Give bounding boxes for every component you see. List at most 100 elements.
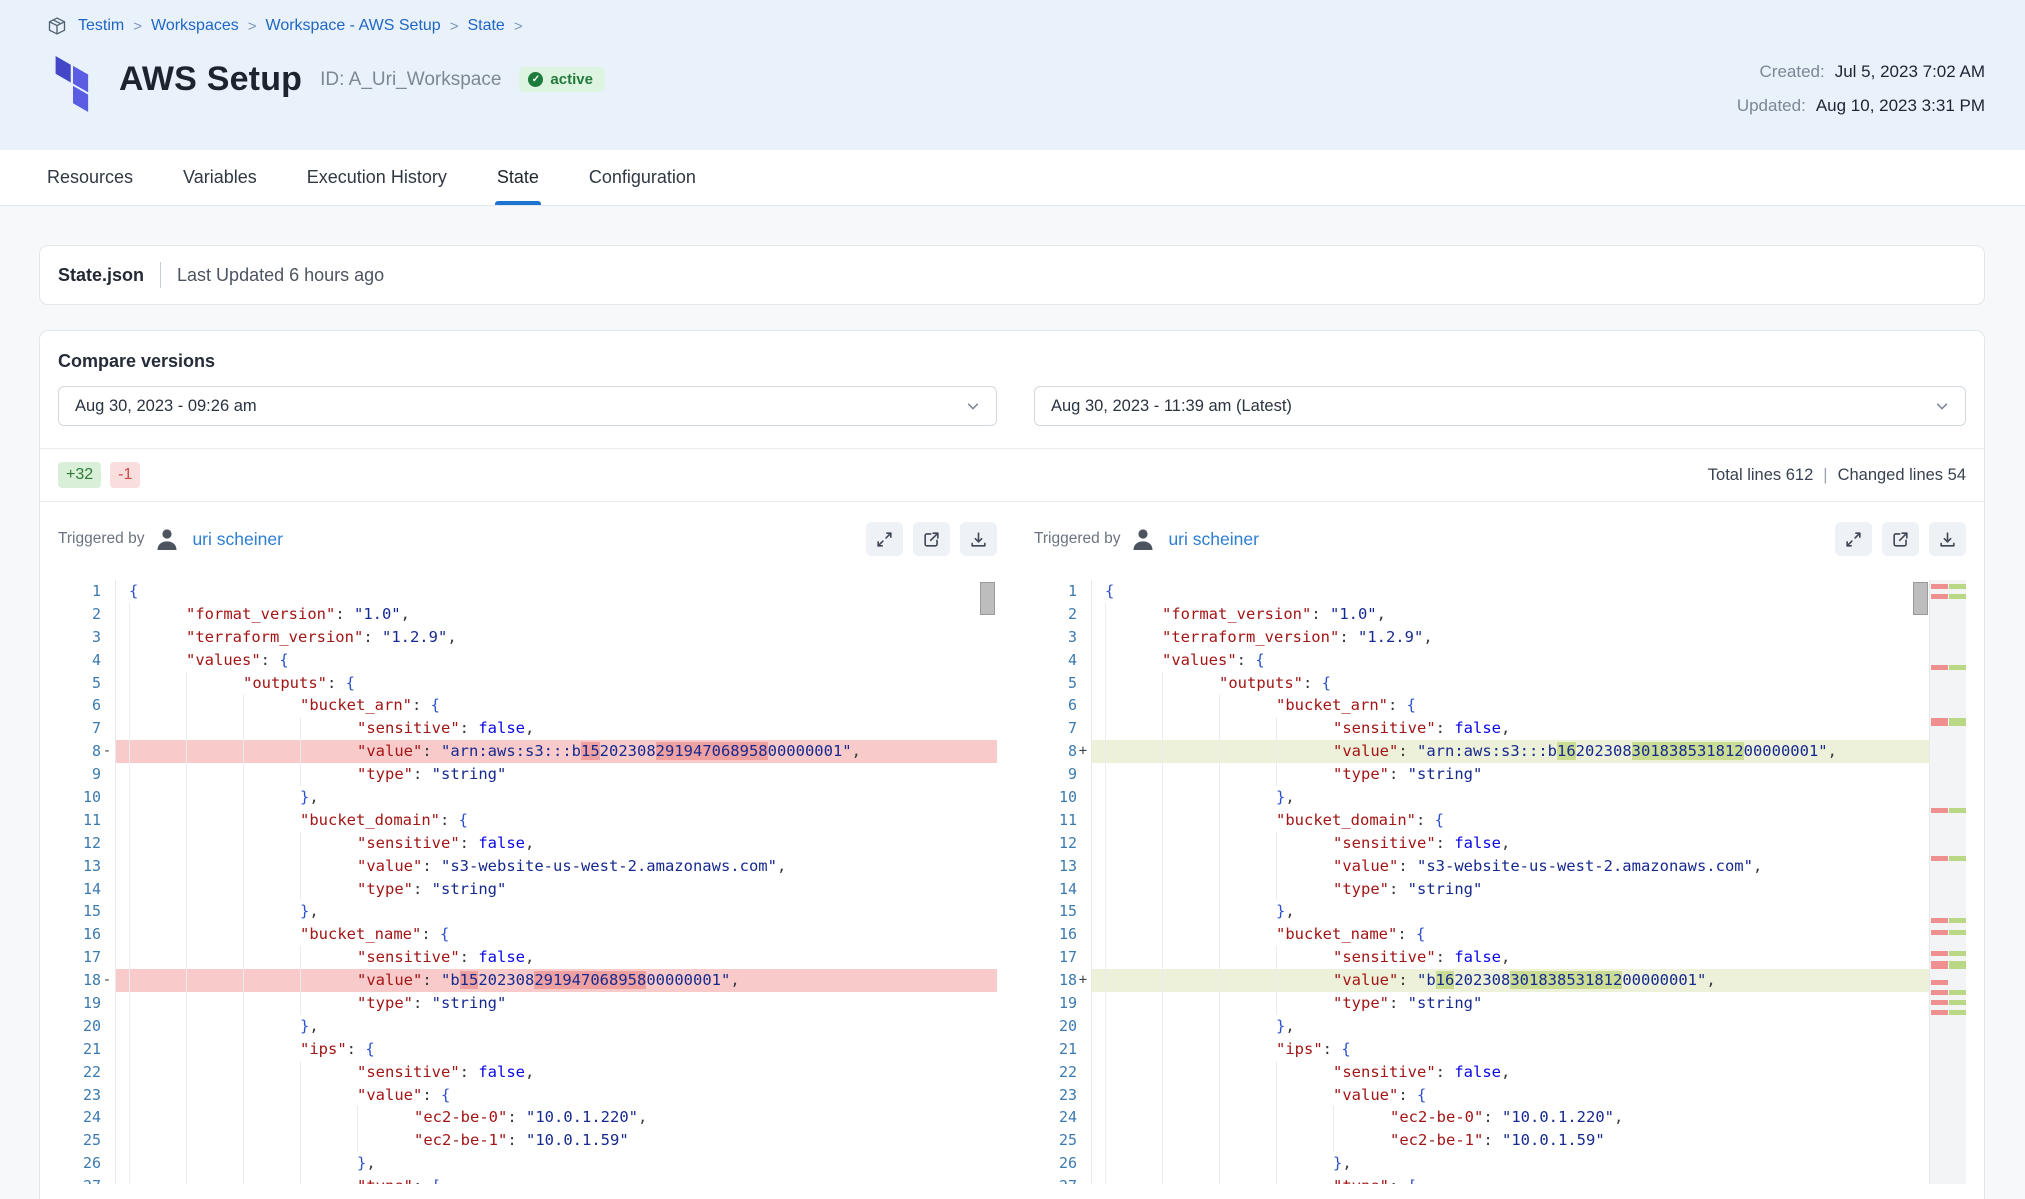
open-in-new-icon[interactable]: [913, 522, 950, 556]
indent-guide: [1276, 763, 1333, 786]
removed-lines-badge: -1: [110, 462, 140, 488]
indent-guide: [186, 1038, 243, 1061]
line-number-gutter: 18-: [58, 969, 116, 992]
indent-guide: [1162, 1152, 1219, 1175]
line-number-gutter: 10: [58, 786, 116, 809]
code-line: 7"sensitive": false,: [1034, 717, 1966, 740]
right-panel-actions: [1835, 522, 1966, 556]
code-line: 20},: [58, 1015, 997, 1038]
indent-guide: [186, 672, 243, 695]
tab-state[interactable]: State: [497, 150, 539, 205]
created-value: Jul 5, 2023 7:02 AM: [1835, 62, 1985, 82]
download-icon[interactable]: [1929, 522, 1966, 556]
indent-guide: [129, 878, 186, 901]
tab-configuration[interactable]: Configuration: [589, 150, 696, 205]
right-version-select[interactable]: Aug 30, 2023 - 11:39 am (Latest): [1034, 386, 1966, 426]
line-number-gutter: 2: [1034, 603, 1092, 626]
breadcrumb-link[interactable]: Workspaces: [151, 17, 239, 35]
indent-guide: [1105, 694, 1162, 717]
code-line: 6"bucket_arn": {: [58, 694, 997, 717]
breadcrumb-link[interactable]: Testim: [78, 17, 124, 35]
code-line: 18-"value": "b15202308291947068958000000…: [58, 969, 997, 992]
code-line: 10},: [1034, 786, 1966, 809]
scrollbar-thumb[interactable]: [1913, 582, 1928, 615]
indent-guide: [1276, 969, 1333, 992]
code-line: 4"values": {: [58, 649, 997, 672]
minimap-removed-mark: [1931, 1010, 1948, 1015]
diff-minimap[interactable]: [1929, 580, 1966, 1184]
open-in-new-icon[interactable]: [1882, 522, 1919, 556]
line-number-gutter: 12: [58, 832, 116, 855]
indent-guide: [1105, 1015, 1162, 1038]
code-line: 22"sensitive": false,: [58, 1061, 997, 1084]
minimap-added-mark: [1949, 961, 1966, 969]
indent-guide: [129, 923, 186, 946]
changed-lines: Changed lines 54: [1838, 466, 1966, 485]
indent-guide: [1219, 992, 1276, 1015]
code-line: 15},: [58, 900, 997, 923]
indent-guide: [186, 1061, 243, 1084]
minimap-added-mark: [1949, 990, 1966, 995]
tab-resources[interactable]: Resources: [47, 150, 133, 205]
line-number-gutter: 1: [58, 580, 116, 603]
indent-guide: [129, 1038, 186, 1061]
triggered-by-user-link[interactable]: uri scheiner: [1168, 529, 1258, 550]
code-line: 22"sensitive": false,: [1034, 1061, 1966, 1084]
indent-guide: [300, 1106, 357, 1129]
indent-guide: [129, 809, 186, 832]
breadcrumb-link[interactable]: State: [467, 17, 504, 35]
line-number-gutter: 22: [1034, 1061, 1092, 1084]
indent-guide: [243, 717, 300, 740]
minimap-added-mark: [1949, 808, 1966, 813]
minimap-added-mark: [1949, 856, 1966, 861]
minimap-removed-mark: [1931, 930, 1948, 935]
minimap-removed-mark: [1931, 951, 1948, 956]
line-number-gutter: 23: [1034, 1084, 1092, 1107]
indent-guide: [243, 1129, 300, 1152]
minimap-removed-mark: [1931, 918, 1948, 923]
indent-guide: [129, 626, 186, 649]
line-number-gutter: 20: [58, 1015, 116, 1038]
indent-guide: [1105, 923, 1162, 946]
indent-guide: [1105, 900, 1162, 923]
line-number-gutter: 19: [1034, 992, 1092, 1015]
tab-variables[interactable]: Variables: [183, 150, 257, 205]
right-code-panel[interactable]: 1{2"format_version": "1.0",3"terraform_v…: [1034, 580, 1966, 1184]
state-file-card: State.json Last Updated 6 hours ago: [39, 245, 1985, 305]
line-number-gutter: 25: [1034, 1129, 1092, 1152]
indent-guide: [1105, 740, 1162, 763]
line-number-gutter: 8-: [58, 740, 116, 763]
indent-guide: [1219, 809, 1276, 832]
version-selects: Aug 30, 2023 - 09:26 am Aug 30, 2023 - 1…: [40, 386, 1984, 426]
indent-guide: [1333, 1129, 1390, 1152]
expand-icon[interactable]: [866, 522, 903, 556]
tab-bar: Resources Variables Execution History State…: [0, 150, 2025, 206]
left-version-select[interactable]: Aug 30, 2023 - 09:26 am: [58, 386, 997, 426]
minimap-removed-mark: [1931, 856, 1948, 861]
indent-guide: [129, 1152, 186, 1175]
indent-guide: [1162, 717, 1219, 740]
expand-icon[interactable]: [1835, 522, 1872, 556]
line-number-gutter: 25: [58, 1129, 116, 1152]
breadcrumb-link[interactable]: Workspace - AWS Setup: [266, 17, 441, 35]
indent-guide: [1162, 923, 1219, 946]
indent-guide: [129, 832, 186, 855]
check-icon: ✓: [528, 72, 543, 87]
code-line: 12"sensitive": false,: [58, 832, 997, 855]
scrollbar-thumb[interactable]: [980, 582, 995, 615]
indent-guide: [300, 832, 357, 855]
triggered-by-user-link[interactable]: uri scheiner: [192, 529, 282, 550]
line-number-gutter: 15: [1034, 900, 1092, 923]
indent-guide: [1219, 1038, 1276, 1061]
user-avatar-icon: [1130, 526, 1156, 552]
line-number-gutter: 19: [58, 992, 116, 1015]
left-code-panel[interactable]: 1{2"format_version": "1.0",3"terraform_v…: [58, 580, 997, 1184]
code-line: 7"sensitive": false,: [58, 717, 997, 740]
tab-execution-history[interactable]: Execution History: [307, 150, 447, 205]
download-icon[interactable]: [960, 522, 997, 556]
indent-guide: [243, 740, 300, 763]
indent-guide: [357, 1129, 414, 1152]
indent-guide: [129, 649, 186, 672]
indent-guide: [186, 832, 243, 855]
indent-guide: [1105, 969, 1162, 992]
